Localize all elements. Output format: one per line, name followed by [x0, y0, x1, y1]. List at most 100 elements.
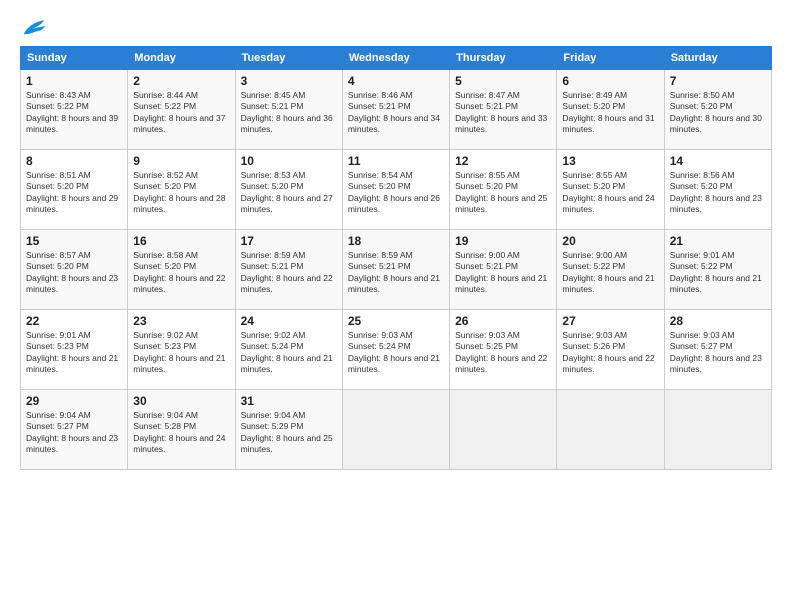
day-info: Sunrise: 8:43 AM Sunset: 5:22 PM Dayligh… [26, 90, 122, 136]
day-number: 15 [26, 234, 122, 248]
day-number: 19 [455, 234, 551, 248]
calendar-cell: 28 Sunrise: 9:03 AM Sunset: 5:27 PM Dayli… [664, 310, 771, 390]
day-number: 23 [133, 314, 229, 328]
day-info: Sunrise: 8:56 AM Sunset: 5:20 PM Dayligh… [670, 170, 766, 216]
calendar-cell: 24 Sunrise: 9:02 AM Sunset: 5:24 PM Dayli… [235, 310, 342, 390]
calendar-cell: 2 Sunrise: 8:44 AM Sunset: 5:22 PM Daylig… [128, 70, 235, 150]
calendar-cell: 13 Sunrise: 8:55 AM Sunset: 5:20 PM Dayli… [557, 150, 664, 230]
calendar-cell [450, 390, 557, 470]
weekday-header-tuesday: Tuesday [235, 47, 342, 70]
day-number: 10 [241, 154, 337, 168]
weekday-header-sunday: Sunday [21, 47, 128, 70]
day-number: 24 [241, 314, 337, 328]
calendar-cell: 9Sunrise: 8:52 AM Sunset: 5:20 PM Daylig… [128, 150, 235, 230]
day-number: 14 [670, 154, 766, 168]
day-number: 29 [26, 394, 122, 408]
day-info: Sunrise: 9:03 AM Sunset: 5:27 PM Dayligh… [670, 330, 766, 376]
calendar-week-row: 29 Sunrise: 9:04 AM Sunset: 5:27 PM Dayli… [21, 390, 772, 470]
day-info: Sunrise: 9:04 AM Sunset: 5:27 PM Dayligh… [26, 410, 122, 456]
day-info: Sunrise: 8:45 AM Sunset: 5:21 PM Dayligh… [241, 90, 337, 136]
weekday-header-saturday: Saturday [664, 47, 771, 70]
calendar-cell: 7Sunrise: 8:50 AM Sunset: 5:20 PM Daylig… [664, 70, 771, 150]
calendar-cell: 26 Sunrise: 9:03 AM Sunset: 5:25 PM Dayli… [450, 310, 557, 390]
day-info: Sunrise: 8:49 AM Sunset: 5:20 PM Dayligh… [562, 90, 658, 136]
day-info: Sunrise: 9:02 AM Sunset: 5:23 PM Dayligh… [133, 330, 229, 376]
weekday-header-monday: Monday [128, 47, 235, 70]
day-info: Sunrise: 8:59 AM Sunset: 5:21 PM Dayligh… [348, 250, 444, 296]
day-info: Sunrise: 9:03 AM Sunset: 5:26 PM Dayligh… [562, 330, 658, 376]
day-info: Sunrise: 9:01 AM Sunset: 5:22 PM Dayligh… [670, 250, 766, 296]
day-number: 8 [26, 154, 122, 168]
logo [20, 18, 46, 38]
day-info: Sunrise: 8:57 AM Sunset: 5:20 PM Dayligh… [26, 250, 122, 296]
day-number: 9 [133, 154, 229, 168]
day-number: 13 [562, 154, 658, 168]
day-info: Sunrise: 8:59 AM Sunset: 5:21 PM Dayligh… [241, 250, 337, 296]
day-number: 28 [670, 314, 766, 328]
day-info: Sunrise: 8:55 AM Sunset: 5:20 PM Dayligh… [455, 170, 551, 216]
day-number: 7 [670, 74, 766, 88]
calendar-cell: 11 Sunrise: 8:54 AM Sunset: 5:20 PM Dayli… [342, 150, 449, 230]
calendar-cell: 21Sunrise: 9:01 AM Sunset: 5:22 PM Dayli… [664, 230, 771, 310]
day-number: 11 [348, 154, 444, 168]
calendar-week-row: 15 Sunrise: 8:57 AM Sunset: 5:20 PM Dayli… [21, 230, 772, 310]
day-info: Sunrise: 9:03 AM Sunset: 5:24 PM Dayligh… [348, 330, 444, 376]
calendar-cell: 27 Sunrise: 9:03 AM Sunset: 5:26 PM Dayli… [557, 310, 664, 390]
day-number: 5 [455, 74, 551, 88]
calendar-cell: 3 Sunrise: 8:45 AM Sunset: 5:21 PM Daylig… [235, 70, 342, 150]
calendar-cell: 5 Sunrise: 8:47 AM Sunset: 5:21 PM Daylig… [450, 70, 557, 150]
calendar-page: SundayMondayTuesdayWednesdayThursdayFrid… [0, 0, 792, 480]
day-number: 2 [133, 74, 229, 88]
logo-text [20, 18, 46, 38]
calendar-cell: 17Sunrise: 8:59 AM Sunset: 5:21 PM Dayli… [235, 230, 342, 310]
day-number: 3 [241, 74, 337, 88]
calendar-cell [342, 390, 449, 470]
day-info: Sunrise: 9:01 AM Sunset: 5:23 PM Dayligh… [26, 330, 122, 376]
calendar-cell: 25 Sunrise: 9:03 AM Sunset: 5:24 PM Dayli… [342, 310, 449, 390]
calendar-week-row: 22 Sunrise: 9:01 AM Sunset: 5:23 PM Dayli… [21, 310, 772, 390]
calendar-cell: 22 Sunrise: 9:01 AM Sunset: 5:23 PM Dayli… [21, 310, 128, 390]
day-info: Sunrise: 9:00 AM Sunset: 5:21 PM Dayligh… [455, 250, 551, 296]
calendar-cell [557, 390, 664, 470]
calendar-cell: 4 Sunrise: 8:46 AM Sunset: 5:21 PM Daylig… [342, 70, 449, 150]
day-number: 31 [241, 394, 337, 408]
day-info: Sunrise: 8:53 AM Sunset: 5:20 PM Dayligh… [241, 170, 337, 216]
day-number: 26 [455, 314, 551, 328]
day-info: Sunrise: 8:47 AM Sunset: 5:21 PM Dayligh… [455, 90, 551, 136]
calendar-cell: 16Sunrise: 8:58 AM Sunset: 5:20 PM Dayli… [128, 230, 235, 310]
calendar-cell: 14 Sunrise: 8:56 AM Sunset: 5:20 PM Dayli… [664, 150, 771, 230]
calendar-week-row: 1 Sunrise: 8:43 AM Sunset: 5:22 PM Daylig… [21, 70, 772, 150]
calendar-cell: 30Sunrise: 9:04 AM Sunset: 5:28 PM Dayli… [128, 390, 235, 470]
day-number: 22 [26, 314, 122, 328]
day-number: 25 [348, 314, 444, 328]
day-info: Sunrise: 8:55 AM Sunset: 5:20 PM Dayligh… [562, 170, 658, 216]
day-number: 18 [348, 234, 444, 248]
weekday-header-thursday: Thursday [450, 47, 557, 70]
calendar-cell: 20 Sunrise: 9:00 AM Sunset: 5:22 PM Dayli… [557, 230, 664, 310]
day-info: Sunrise: 8:46 AM Sunset: 5:21 PM Dayligh… [348, 90, 444, 136]
day-number: 16 [133, 234, 229, 248]
day-info: Sunrise: 9:03 AM Sunset: 5:25 PM Dayligh… [455, 330, 551, 376]
calendar-table: SundayMondayTuesdayWednesdayThursdayFrid… [20, 46, 772, 470]
weekday-header-friday: Friday [557, 47, 664, 70]
weekday-header-wednesday: Wednesday [342, 47, 449, 70]
day-info: Sunrise: 9:02 AM Sunset: 5:24 PM Dayligh… [241, 330, 337, 376]
calendar-cell: 19 Sunrise: 9:00 AM Sunset: 5:21 PM Dayli… [450, 230, 557, 310]
calendar-cell: 12 Sunrise: 8:55 AM Sunset: 5:20 PM Dayli… [450, 150, 557, 230]
calendar-cell: 31 Sunrise: 9:04 AM Sunset: 5:29 PM Dayli… [235, 390, 342, 470]
day-info: Sunrise: 9:00 AM Sunset: 5:22 PM Dayligh… [562, 250, 658, 296]
calendar-cell: 1 Sunrise: 8:43 AM Sunset: 5:22 PM Daylig… [21, 70, 128, 150]
calendar-week-row: 8Sunrise: 8:51 AM Sunset: 5:20 PM Daylig… [21, 150, 772, 230]
day-number: 27 [562, 314, 658, 328]
day-info: Sunrise: 8:44 AM Sunset: 5:22 PM Dayligh… [133, 90, 229, 136]
day-number: 12 [455, 154, 551, 168]
day-info: Sunrise: 9:04 AM Sunset: 5:29 PM Dayligh… [241, 410, 337, 456]
day-info: Sunrise: 8:54 AM Sunset: 5:20 PM Dayligh… [348, 170, 444, 216]
day-number: 4 [348, 74, 444, 88]
day-number: 1 [26, 74, 122, 88]
logo-bird-icon [22, 18, 46, 38]
calendar-cell: 10 Sunrise: 8:53 AM Sunset: 5:20 PM Dayli… [235, 150, 342, 230]
calendar-cell: 8Sunrise: 8:51 AM Sunset: 5:20 PM Daylig… [21, 150, 128, 230]
day-number: 20 [562, 234, 658, 248]
weekday-header-row: SundayMondayTuesdayWednesdayThursdayFrid… [21, 47, 772, 70]
